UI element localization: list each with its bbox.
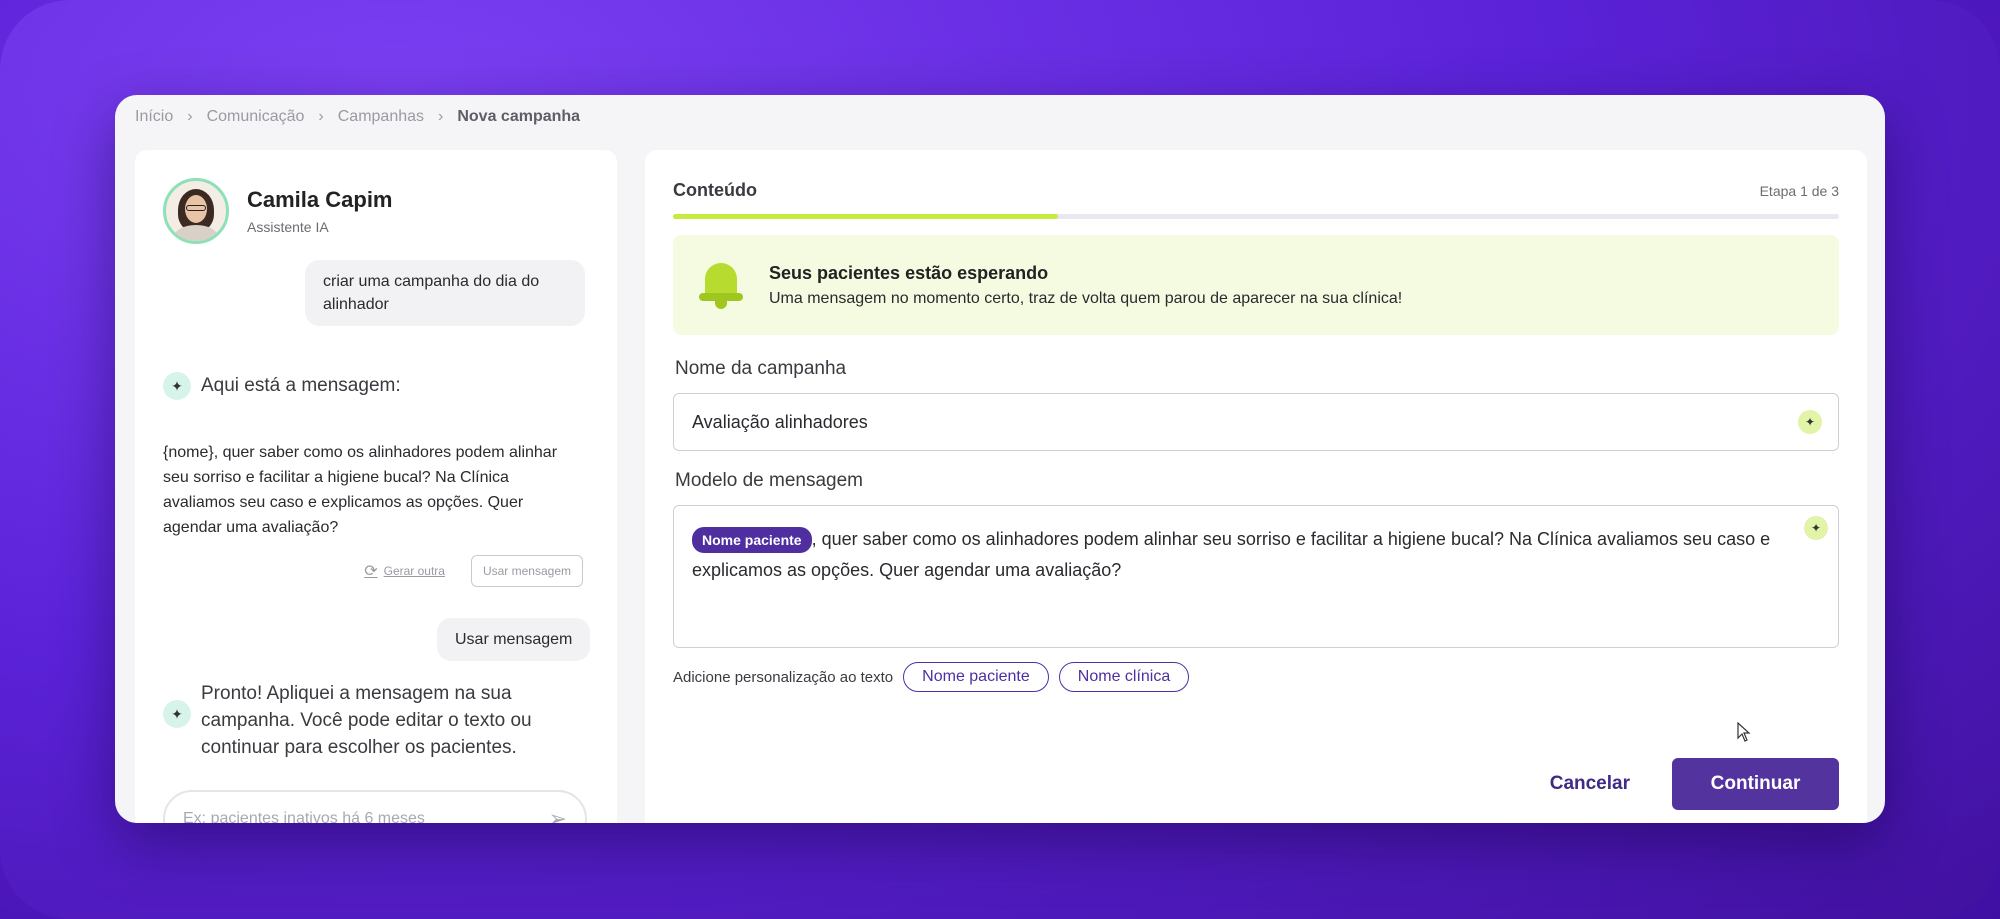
message-template-field[interactable]: Nome paciente, quer saber como os alinha… [673,505,1839,648]
progress-bar [673,214,1839,219]
breadcrumb-current: Nova campanha [457,108,581,125]
campaign-name-field[interactable]: ✦ [673,393,1839,451]
campaign-name-input[interactable] [674,394,1838,450]
background-frame: Início › Comunicação › Campanhas › Nova … [0,0,2000,919]
bell-icon [699,259,743,311]
assistant-header: Camila Capim Assistente IA [163,178,393,244]
step-header: Conteúdo Etapa 1 de 3 [673,180,1839,201]
continue-button[interactable]: Continuar [1672,758,1839,810]
personalization-label: Adicione personalização ao texto [673,668,894,686]
ai-sparkle-icon[interactable]: ✦ [1798,410,1822,434]
chat-input-field[interactable]: ➢ [163,790,587,823]
tag-clinic-name-button[interactable]: Nome clínica [1058,662,1190,692]
banner-title: Seus pacientes estão esperando [769,262,1049,283]
step-title: Conteúdo [673,180,757,200]
use-message-button[interactable]: Usar mensagem [470,555,583,587]
breadcrumb-item-comunicacao[interactable]: Comunicação [207,108,305,126]
tag-patient-name-button[interactable]: Nome paciente [903,662,1049,692]
message-actions: ⟳ Gerar outra Usar mensagem [364,555,583,587]
campaign-content-panel: Conteúdo Etapa 1 de 3 Seus pacientes est… [645,150,1867,823]
ai-message-header: ✦ Aqui está a mensagem: [163,372,401,400]
ai-sparkle-icon[interactable]: ✦ [1804,516,1828,540]
regenerate-button[interactable]: ⟳ Gerar outra [364,561,445,581]
assistant-chat-panel: Camila Capim Assistente IA criar uma cam… [135,150,617,823]
template-body: , quer saber como os alinhadores podem a… [692,529,1771,580]
assistant-role: Assistente IA [247,219,329,235]
chat-input[interactable] [183,810,549,823]
campaign-name-label: Nome da campanha [675,358,847,379]
chevron-right-icon: › [438,108,444,125]
progress-fill [673,214,1058,219]
regenerate-label: Gerar outra [383,564,445,578]
ai-done-message: Pronto! Apliquei a mensagem na sua campa… [201,683,532,758]
chevron-right-icon: › [318,108,324,125]
sparkle-icon: ✦ [163,372,191,400]
info-banner: Seus pacientes estão esperando Uma mensa… [673,235,1839,335]
app-window: Início › Comunicação › Campanhas › Nova … [115,95,1885,823]
mouse-cursor-icon [1737,722,1751,742]
breadcrumb: Início › Comunicação › Campanhas › Nova … [135,101,580,133]
banner-text: Uma mensagem no momento certo, traz de v… [769,289,1403,307]
step-count: Etapa 1 de 3 [1759,182,1839,199]
breadcrumb-item-campanhas[interactable]: Campanhas [338,108,424,126]
user-message: criar uma campanha do dia do alinhador [305,260,585,326]
ai-title: Aqui está a mensagem: [201,375,401,396]
form-footer: Cancelar Continuar [1536,758,1839,810]
ai-message: {nome}, quer saber como os alinhadores p… [163,444,558,536]
sparkle-icon: ✦ [163,700,191,728]
ai-done-row: ✦ Pronto! Apliquei a mensagem na sua cam… [163,680,541,761]
refresh-icon: ⟳ [364,563,378,580]
cancel-button[interactable]: Cancelar [1536,763,1644,805]
chevron-right-icon: › [187,108,193,125]
personalization-row: Adicione personalização ao texto Nome pa… [673,662,1190,692]
avatar [163,178,229,244]
template-label: Modelo de mensagem [675,470,863,491]
breadcrumb-item-inicio[interactable]: Início [135,108,173,126]
send-icon[interactable]: ➢ [549,806,567,823]
patient-name-chip[interactable]: Nome paciente [692,527,812,553]
user-message: Usar mensagem [437,618,591,661]
assistant-name: Camila Capim [247,187,393,212]
message-template-text[interactable]: Nome paciente, quer saber como os alinha… [692,524,1804,586]
